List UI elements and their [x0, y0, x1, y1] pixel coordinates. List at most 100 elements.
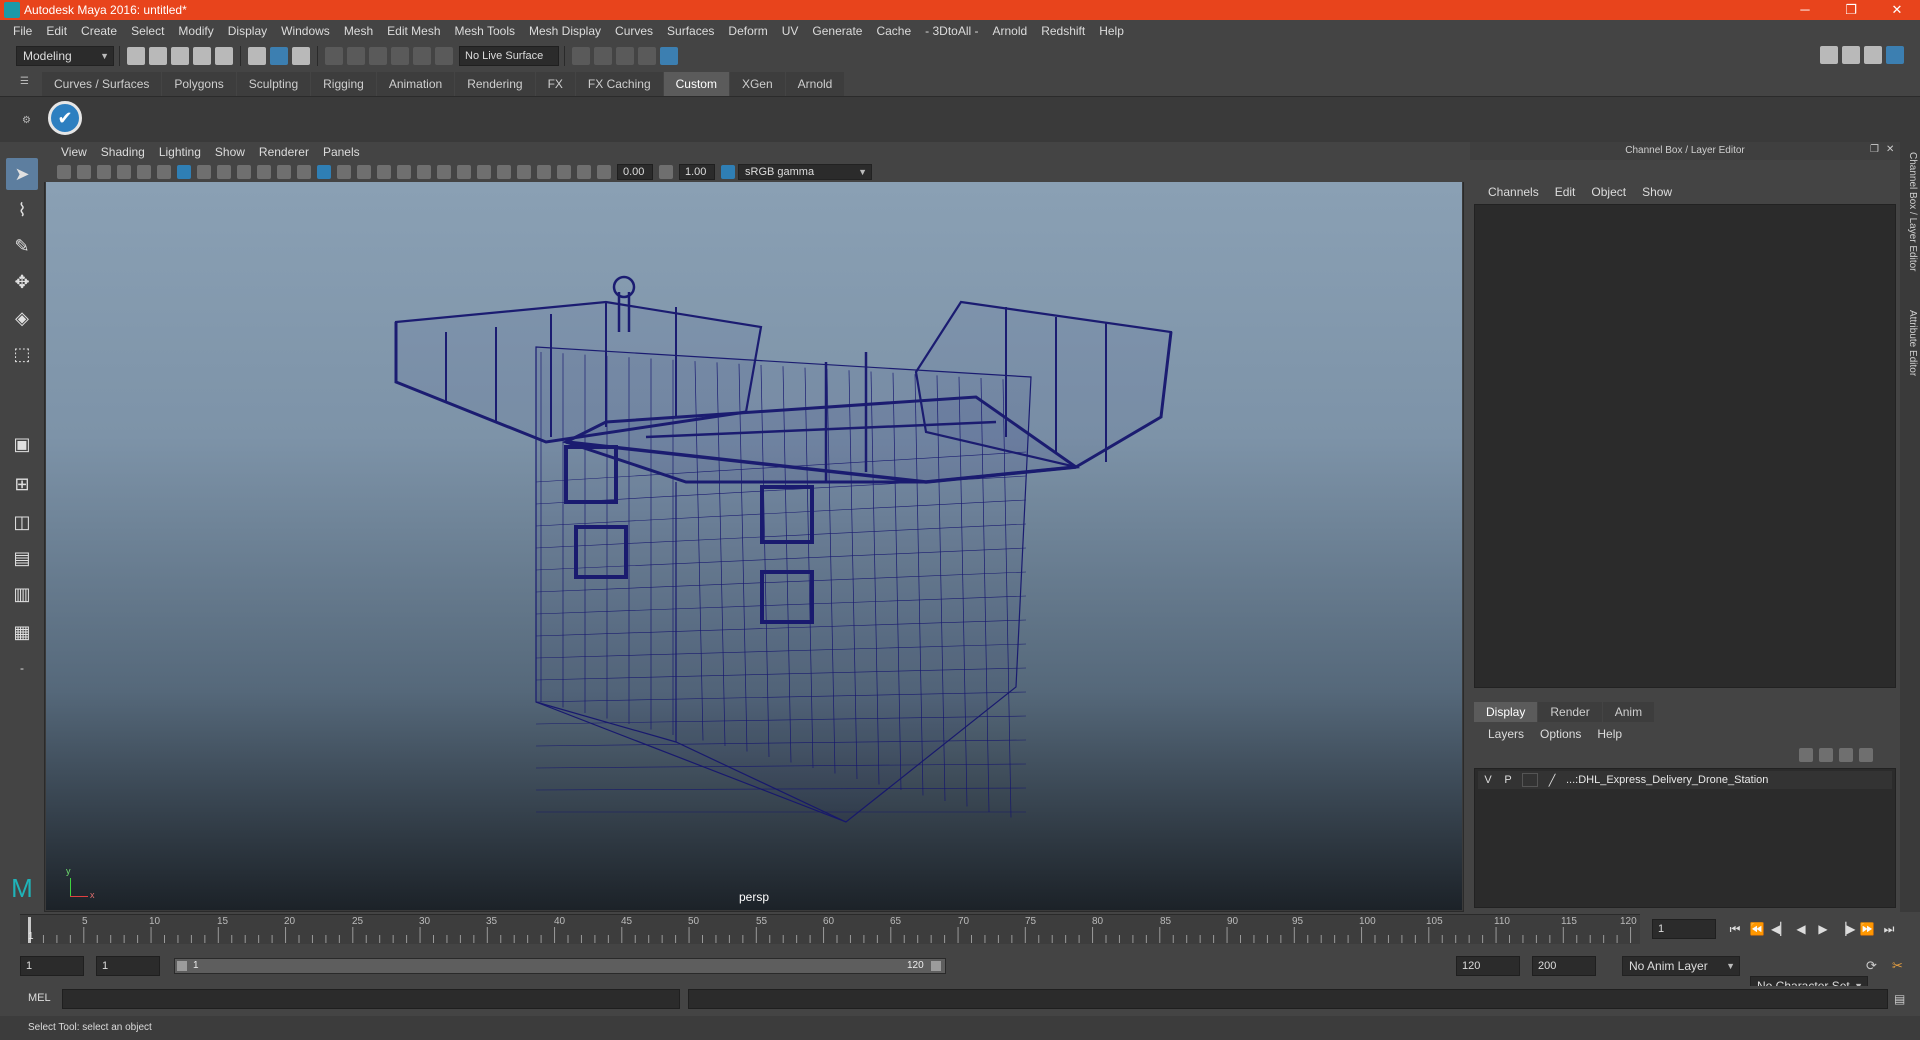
menu-redshift[interactable]: Redshift: [1034, 24, 1092, 38]
attribute-editor-icon[interactable]: [1842, 46, 1860, 64]
command-input[interactable]: [62, 989, 680, 1009]
shelf-tab-sculpting[interactable]: Sculpting: [236, 72, 311, 96]
menu-select[interactable]: Select: [124, 24, 171, 38]
shelf-tab-polygons[interactable]: Polygons: [162, 72, 236, 96]
tool-settings-icon[interactable]: [1864, 46, 1882, 64]
animation-start-field[interactable]: 1: [20, 956, 84, 976]
menu-display[interactable]: Display: [221, 24, 274, 38]
new-layer-icon[interactable]: [1839, 748, 1853, 762]
close-button[interactable]: ✕: [1874, 0, 1920, 20]
image-plane-icon[interactable]: [117, 165, 131, 179]
outliner-layout-icon[interactable]: ▤: [6, 542, 38, 574]
step-back-key-icon[interactable]: ⏪: [1749, 921, 1765, 937]
menu-file[interactable]: File: [6, 24, 39, 38]
snap-curve-icon[interactable]: [347, 47, 365, 65]
layer-color-swatch[interactable]: [1522, 773, 1538, 787]
custom-shelf-button[interactable]: ✔: [48, 101, 82, 135]
range-end-handle[interactable]: [931, 961, 941, 971]
cb-menu-object[interactable]: Object: [1583, 185, 1634, 199]
grid-icon[interactable]: [177, 165, 191, 179]
shelf-tab-fx-caching[interactable]: FX Caching: [575, 72, 663, 96]
cb-menu-show[interactable]: Show: [1634, 185, 1680, 199]
field-chart-icon[interactable]: [257, 165, 271, 179]
cb-menu-channels[interactable]: Channels: [1480, 185, 1547, 199]
anti-aliasing-icon[interactable]: [477, 165, 491, 179]
more-layouts-icon[interactable]: -: [6, 652, 38, 684]
menu-surfaces[interactable]: Surfaces: [660, 24, 721, 38]
four-pane-layout-icon[interactable]: ⊞: [6, 468, 38, 500]
viewport-canvas[interactable]: y x: [46, 182, 1462, 910]
textured-icon[interactable]: [377, 165, 391, 179]
go-to-start-icon[interactable]: ⏮: [1727, 921, 1743, 937]
grease-pencil-icon[interactable]: [157, 165, 171, 179]
menu-edit[interactable]: Edit: [39, 24, 74, 38]
playback-start-field[interactable]: 1: [96, 956, 160, 976]
menu-mesh-display[interactable]: Mesh Display: [522, 24, 608, 38]
hypershade-icon[interactable]: [660, 47, 678, 65]
layer-row[interactable]: V P ╱ ...:DHL_Express_Delivery_Drone_Sta…: [1478, 771, 1892, 789]
range-start-handle[interactable]: [177, 961, 187, 971]
shelf-tab-custom[interactable]: Custom: [663, 72, 729, 96]
new-scene-icon[interactable]: [127, 47, 145, 65]
move-layer-down-icon[interactable]: [1819, 748, 1833, 762]
snap-view-plane-icon[interactable]: [391, 47, 409, 65]
depth-of-field-icon[interactable]: [497, 165, 511, 179]
menu-windows[interactable]: Windows: [274, 24, 337, 38]
layer-tab-display[interactable]: Display: [1474, 702, 1538, 722]
exposure-icon[interactable]: [597, 165, 611, 179]
close-panel-icon[interactable]: ✕: [1886, 144, 1894, 155]
layer-visibility-toggle[interactable]: V: [1478, 774, 1498, 786]
vp-menu-shading[interactable]: Shading: [94, 145, 152, 159]
xray-joints-icon[interactable]: [557, 165, 571, 179]
single-pane-layout-icon[interactable]: ▣: [6, 428, 38, 460]
move-layer-up-icon[interactable]: [1799, 748, 1813, 762]
gamma-field[interactable]: 1.00: [679, 164, 715, 180]
menu-arnold[interactable]: Arnold: [986, 24, 1035, 38]
menu-generate[interactable]: Generate: [805, 24, 869, 38]
gamma-icon[interactable]: [659, 165, 673, 179]
float-panel-icon[interactable]: ❐: [1870, 144, 1879, 155]
vp-menu-lighting[interactable]: Lighting: [152, 145, 208, 159]
bookmark-icon[interactable]: [97, 165, 111, 179]
camera-attributes-icon[interactable]: [77, 165, 91, 179]
shelf-tab-xgen[interactable]: XGen: [729, 72, 785, 96]
menu-mesh-tools[interactable]: Mesh Tools: [448, 24, 522, 38]
auto-key-icon[interactable]: ⟳: [1866, 958, 1877, 974]
menu-uv[interactable]: UV: [775, 24, 806, 38]
shelf-tab-curves-surfaces[interactable]: Curves / Surfaces: [42, 72, 162, 96]
channel-box-body[interactable]: [1474, 204, 1896, 688]
le-menu-layers[interactable]: Layers: [1480, 727, 1532, 741]
layer-name[interactable]: ...:DHL_Express_Delivery_Drone_Station: [1566, 774, 1768, 786]
menu-deform[interactable]: Deform: [721, 24, 774, 38]
step-forward-key-icon[interactable]: ⏩: [1859, 921, 1875, 937]
channel-box-icon[interactable]: [1886, 46, 1904, 64]
live-surface-field[interactable]: No Live Surface: [459, 46, 559, 66]
shadows-icon[interactable]: [417, 165, 431, 179]
screen-space-ao-icon[interactable]: [437, 165, 451, 179]
shelf-menu-icon[interactable]: ☰: [20, 76, 34, 90]
layer-tab-anim[interactable]: Anim: [1602, 702, 1655, 722]
ipr-render-icon[interactable]: [616, 47, 634, 65]
render-view-icon[interactable]: [572, 47, 590, 65]
open-scene-icon[interactable]: [149, 47, 167, 65]
animation-end-field[interactable]: 200: [1532, 956, 1596, 976]
move-tool-icon[interactable]: ✥: [6, 266, 38, 298]
animation-preferences-icon[interactable]: ✂: [1892, 958, 1903, 974]
layer-tab-render[interactable]: Render: [1538, 702, 1602, 722]
shelf-tab-rigging[interactable]: Rigging: [311, 72, 376, 96]
command-language-label[interactable]: MEL: [28, 992, 51, 1004]
snap-surface-icon[interactable]: [413, 47, 431, 65]
menu-curves[interactable]: Curves: [608, 24, 660, 38]
time-slider[interactable]: 1 5 10 15 20 25 30 35 40 45 50 55 60 65 …: [20, 914, 1640, 944]
play-forwards-icon[interactable]: ▶: [1815, 921, 1831, 937]
isolate-select-icon[interactable]: [517, 165, 531, 179]
undo-icon[interactable]: [193, 47, 211, 65]
gate-mask-icon[interactable]: [237, 165, 251, 179]
minimize-button[interactable]: ─: [1782, 0, 1828, 20]
resolution-gate-icon[interactable]: [217, 165, 231, 179]
menu-3dtoall[interactable]: - 3DtoAll -: [918, 24, 985, 38]
select-object-icon[interactable]: [270, 47, 288, 65]
le-menu-help[interactable]: Help: [1589, 727, 1630, 741]
2d-pan-zoom-icon[interactable]: [137, 165, 151, 179]
two-pane-layout-icon[interactable]: ◫: [6, 506, 38, 538]
